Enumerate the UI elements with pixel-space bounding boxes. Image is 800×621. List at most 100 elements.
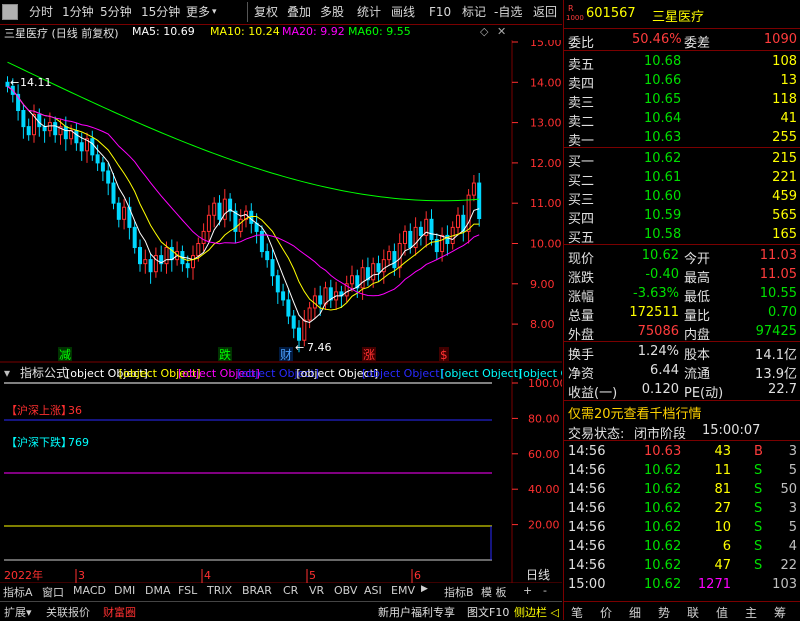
stat-value: -0.40: [645, 267, 679, 282]
tab-indicator-a[interactable]: 指标A: [3, 584, 33, 600]
expand-button[interactable]: 扩展▾: [4, 604, 32, 620]
close-icon[interactable]: ✕: [497, 25, 506, 38]
tab-asi[interactable]: ASI: [364, 584, 382, 597]
menu-icon[interactable]: [2, 4, 18, 20]
sell-row[interactable]: 卖三 10.65 118: [564, 90, 800, 111]
tab-cr[interactable]: CR: [283, 584, 298, 597]
promo-row[interactable]: 仅需20元查看千档行情: [564, 401, 800, 422]
tick-price: 10.63: [644, 444, 682, 459]
tb-more[interactable]: 更多: [186, 3, 210, 21]
buy-row[interactable]: 买四 10.59 565: [564, 206, 800, 227]
sidebar-button[interactable]: 侧边栏 ◁: [514, 604, 559, 620]
tab-window[interactable]: 窗口: [42, 584, 64, 600]
tab-indicator-b[interactable]: 指标B: [444, 584, 474, 600]
period-label[interactable]: 日线: [526, 568, 550, 582]
sell-row[interactable]: 卖一 10.63 255: [564, 128, 800, 149]
zoom-in-button[interactable]: +: [523, 584, 532, 597]
tb-5min[interactable]: 5分钟: [100, 3, 132, 21]
tab-macd[interactable]: MACD: [73, 584, 106, 597]
tab-vr[interactable]: VR: [309, 584, 324, 597]
tick-volume: 10: [714, 520, 731, 535]
tab-bi[interactable]: 笔: [571, 604, 583, 621]
wealth-circle-button[interactable]: 财富圈: [103, 604, 136, 620]
tick-side: S: [754, 520, 763, 535]
order-price: 10.64: [644, 111, 682, 126]
sell-row[interactable]: 卖五 10.68 108: [564, 52, 800, 73]
stat2-row: 收益(一) 0.120 PE(动) 22.7: [568, 382, 797, 401]
tab-fsl[interactable]: FSL: [178, 584, 197, 597]
tick-row: 14:56 10.62 11 S 5: [564, 461, 800, 481]
new-user-promo[interactable]: 新用户福利专享: [378, 604, 455, 620]
tb-huaxian[interactable]: 画线: [391, 3, 415, 21]
low-label: 7.46: [307, 341, 332, 354]
quote-bottom-tabs: 笔 价 细 势 联 值 主 筹: [563, 601, 800, 621]
tick-volume: 6: [722, 539, 731, 554]
label-up-value: 36: [68, 404, 82, 417]
tab-jia[interactable]: 价: [600, 604, 612, 621]
quote-panel: R 1000 601567 三星医疗 委比 50.46% 委差 1090 卖五 …: [563, 0, 800, 620]
tb-f10[interactable]: F10: [429, 3, 451, 21]
time-year: 2022年: [4, 568, 43, 582]
tab-zhi[interactable]: 值: [716, 604, 728, 621]
tb-biaoji[interactable]: 标记: [462, 3, 486, 21]
tb-1min[interactable]: 1分钟: [62, 3, 94, 21]
marker-cai[interactable]: 财: [280, 348, 292, 362]
tab-template[interactable]: 模 板: [481, 584, 507, 600]
marker-jian[interactable]: 减: [59, 348, 71, 362]
tb-fuquan[interactable]: 复权: [254, 3, 278, 21]
tab-obv[interactable]: OBV: [334, 584, 357, 597]
tick-count: 50: [780, 482, 797, 497]
tab-shi[interactable]: 势: [658, 604, 670, 621]
tick-row: 15:00 10.62 1271 103: [564, 575, 800, 595]
sell-row[interactable]: 卖四 10.66 13: [564, 71, 800, 92]
tab-zhu[interactable]: 主: [745, 604, 757, 621]
tb-diejia[interactable]: 叠加: [287, 3, 311, 21]
stat-row: 总量 172511 量比 0.70: [568, 305, 797, 324]
order-volume: 108: [772, 54, 797, 69]
tb-back[interactable]: 返回: [533, 3, 557, 21]
ind-tick: 100.00: [528, 377, 562, 390]
weibi-row: 委比 50.46% 委差 1090: [568, 32, 797, 51]
price-tick: 10.00: [530, 238, 562, 251]
promo-text[interactable]: 仅需20元查看千档行情: [568, 403, 702, 422]
chart-area[interactable]: 15.00 14.00 13.00 12.00 11.00 10.00 9.00 8.00 ←…: [0, 40, 562, 583]
tb-tongji[interactable]: 统计: [357, 3, 381, 21]
tick-count: 5: [788, 463, 797, 478]
tick-time: 14:56: [568, 444, 606, 459]
sell-row[interactable]: 卖二 10.64 41: [564, 109, 800, 130]
order-volume: 221: [772, 170, 797, 185]
tick-price: 10.62: [644, 558, 682, 573]
indicator-name[interactable]: 指标公式: [20, 365, 68, 380]
tb-duogu[interactable]: 多股: [320, 3, 344, 21]
tb-zixuan[interactable]: -自选: [494, 3, 522, 21]
tb-15min[interactable]: 15分钟: [141, 3, 180, 21]
tab-lian[interactable]: 联: [687, 604, 699, 621]
stat-value: 22.7: [768, 382, 797, 397]
settings-icon[interactable]: ◇: [480, 25, 488, 38]
tab-dma[interactable]: DMA: [145, 584, 171, 597]
related-quote-button[interactable]: 关联报价: [46, 604, 90, 620]
buy-row[interactable]: 买三 10.60 459: [564, 187, 800, 208]
tab-brar[interactable]: BRAR: [242, 584, 272, 597]
tab-xi[interactable]: 细: [629, 604, 641, 621]
chevron-right-icon[interactable]: ▶: [421, 584, 428, 594]
buy-row[interactable]: 买五 10.58 165: [564, 225, 800, 246]
tab-chou[interactable]: 筹: [774, 604, 786, 621]
tab-trix[interactable]: TRIX: [207, 584, 232, 597]
tab-emv[interactable]: EMV: [391, 584, 415, 597]
marker-die[interactable]: 跌: [219, 347, 231, 362]
chevron-down-icon[interactable]: ▾: [212, 3, 217, 21]
buy-row[interactable]: 买二 10.61 221: [564, 168, 800, 189]
tick-side: S: [754, 558, 763, 573]
tb-fenshi[interactable]: 分时: [29, 3, 53, 21]
order-price: 10.62: [644, 151, 682, 166]
f10-button[interactable]: 图文F10: [467, 604, 509, 620]
marker-zhang[interactable]: 涨: [363, 347, 375, 362]
marker-dollar[interactable]: $: [440, 348, 448, 362]
buy-row[interactable]: 买一 10.62 215: [564, 149, 800, 170]
tick-count: 22: [780, 558, 797, 573]
tick-side: S: [754, 463, 763, 478]
order-volume: 459: [772, 189, 797, 204]
tab-dmi[interactable]: DMI: [114, 584, 135, 597]
zoom-out-button[interactable]: -: [543, 584, 547, 597]
